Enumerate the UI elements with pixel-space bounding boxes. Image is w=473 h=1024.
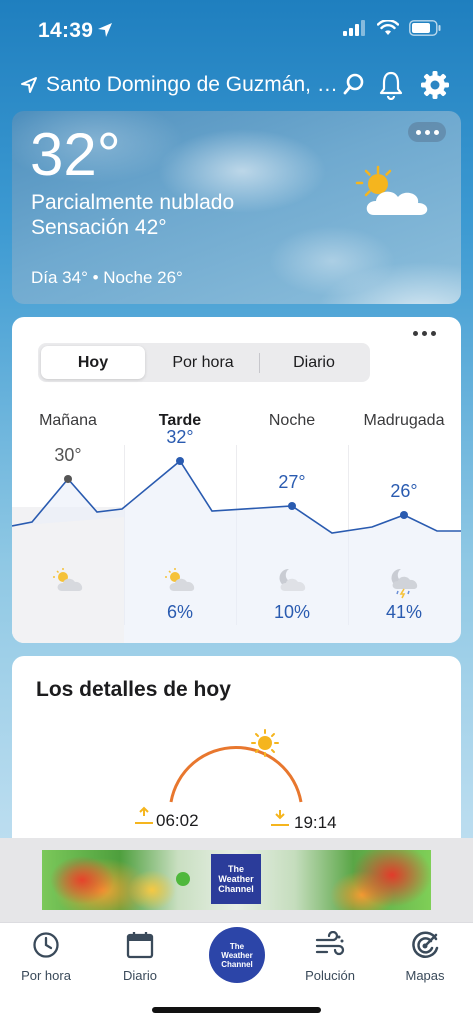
forecast-segmented-control: Hoy Por hora Diario: [38, 343, 370, 382]
column-divider: [124, 445, 125, 625]
bell-icon[interactable]: [378, 70, 404, 100]
navigation-arrow-icon: [21, 77, 37, 93]
precip-madrugada: 41%: [385, 602, 423, 622]
status-time: 14:39: [38, 19, 94, 42]
the-weather-channel-logo[interactable]: The Weather Channel: [209, 927, 265, 983]
wifi-icon: [377, 20, 399, 35]
gear-icon[interactable]: [420, 70, 450, 100]
today-details-card: Los detalles de hoy 06:02 19:14: [12, 656, 461, 838]
current-temperature: 32°: [30, 121, 121, 188]
tab-diario-nav[interactable]: Diario: [95, 931, 185, 983]
temperature-point: [64, 475, 72, 483]
calendar-icon: [126, 932, 154, 959]
location-bar: Santo Domingo de Guzmán, Di...: [0, 66, 473, 106]
ad-decor-dot: [176, 872, 190, 886]
partly-cloudy-icon: [355, 165, 428, 215]
period-label-madrugada: Madrugada: [363, 412, 445, 429]
period-temp-tarde: 32°: [166, 427, 194, 447]
sun-icon: [251, 729, 279, 757]
thunderstorm-night-icon: [391, 568, 418, 599]
current-condition: Parcialmente nublado: [31, 191, 235, 214]
ad-the-weather-channel-logo: The Weather Channel: [211, 854, 261, 904]
location-name[interactable]: Santo Domingo de Guzmán, Di...: [46, 73, 342, 97]
sunset-icon: [271, 810, 289, 826]
tab-label: Diario: [123, 968, 157, 983]
tab-label: Mapas: [405, 968, 445, 983]
battery-icon: [409, 20, 441, 36]
feels-like: Sensación 42°: [31, 216, 167, 239]
status-icons: [343, 20, 441, 36]
forecast-card: Hoy Por hora Diario Mañana Tarde Noche M…: [12, 317, 461, 643]
temperature-point: [176, 457, 184, 465]
tab-mapas-nav[interactable]: Mapas: [380, 931, 470, 983]
tab-por-hora-nav[interactable]: Por hora: [1, 931, 91, 983]
home-indicator: [152, 1007, 321, 1013]
tab-hoy[interactable]: Hoy: [41, 346, 145, 379]
clock-icon: [33, 932, 59, 958]
tab-diario[interactable]: Diario: [260, 346, 368, 379]
more-options-button[interactable]: [408, 122, 446, 142]
search-icon[interactable]: [342, 70, 366, 98]
radar-icon: [412, 931, 439, 958]
sun-arc: [135, 729, 303, 826]
tab-por-hora[interactable]: Por hora: [148, 346, 258, 379]
ad-radar-image[interactable]: The Weather Channel: [42, 850, 431, 910]
sunrise-icon: [135, 806, 153, 824]
day-night-temps: Día 34° • Noche 26°: [31, 268, 183, 287]
forecast-more-button[interactable]: [413, 331, 436, 336]
tab-label: Por hora: [21, 968, 71, 983]
precip-noche: 10%: [273, 602, 311, 622]
period-label-noche: Noche: [268, 412, 316, 429]
temperature-point: [288, 502, 296, 510]
temperature-point: [400, 511, 408, 519]
period-temp-manana: 30°: [54, 445, 82, 465]
tab-polucion-nav[interactable]: Polución: [285, 930, 375, 983]
location-arrow-icon: [98, 23, 112, 37]
signal-icon: [343, 20, 365, 36]
period-temp-noche: 27°: [278, 472, 306, 492]
partly-cloudy-icon: [165, 568, 195, 591]
sunset-time: 19:14: [294, 813, 337, 832]
sunrise-time: 06:02: [156, 811, 199, 830]
period-label-manana: Mañana: [39, 412, 97, 429]
ad-banner[interactable]: The Weather Channel: [0, 838, 473, 922]
status-bar: 14:39: [0, 0, 473, 60]
partly-cloudy-icon: [53, 568, 83, 591]
tab-label: Polución: [305, 968, 355, 983]
precip-tarde: 6%: [166, 602, 193, 622]
period-temp-madrugada: 26°: [390, 481, 418, 501]
partly-cloudy-night-icon: [279, 568, 306, 591]
current-conditions-card[interactable]: 32° Parcialmente nublado Sensación 42° D…: [12, 111, 461, 304]
column-divider: [348, 445, 349, 625]
wind-icon: [315, 930, 345, 956]
